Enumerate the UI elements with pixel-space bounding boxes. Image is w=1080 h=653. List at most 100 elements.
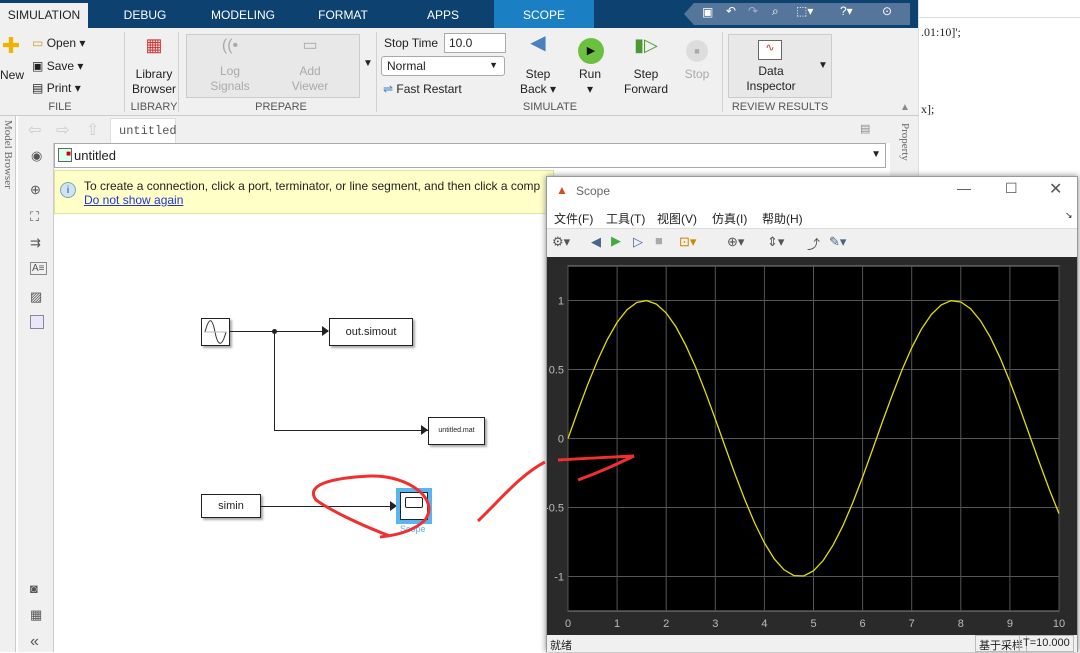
x-tick-label: 9 (1007, 618, 1013, 630)
stepfwd-label2: Forward (623, 82, 668, 96)
fast-restart-button[interactable]: ⇌ Fast Restart (383, 82, 462, 97)
arrow-icon[interactable]: ⇉ (30, 235, 41, 251)
menu-view[interactable]: 视图(V) (657, 210, 697, 227)
tab-simulation[interactable]: SIMULATION (0, 3, 88, 28)
model-browser-label: Model Browser (2, 120, 14, 189)
review-expand-icon[interactable]: ▼ (816, 58, 830, 73)
settings-icon[interactable]: ⚙▾ (552, 234, 570, 250)
measurements-icon[interactable]: ✎▾ (829, 234, 846, 250)
hide-explorer-icon[interactable]: ◉ (31, 148, 42, 164)
model-browser-strip[interactable]: Model Browser (0, 116, 16, 652)
stop-time-input[interactable]: 10.0 (444, 33, 506, 53)
scope-title: Scope (576, 184, 611, 198)
keyboard-icon[interactable]: ▤ (860, 122, 870, 135)
maximize-button[interactable]: ☐ (1005, 180, 1018, 197)
simulation-mode-select[interactable]: Normal ▼ (381, 56, 505, 76)
add-viewer-button[interactable]: Add Viewer (280, 64, 340, 94)
step-forward-button[interactable]: Step Forward (620, 67, 672, 97)
open-button[interactable]: ▭ Open ▾ (32, 36, 85, 51)
collapse-ribbon-icon[interactable]: ▲ (900, 100, 910, 115)
save-icon[interactable]: ▣ (702, 5, 713, 19)
step-forward-icon: ▮▷ (634, 35, 658, 55)
do-not-show-link[interactable]: Do not show again (84, 193, 183, 207)
scale-axes-icon[interactable]: ⇕▾ (767, 234, 784, 250)
matlab-logo-icon: ▲ (556, 183, 568, 197)
tab-apps[interactable]: APPS (400, 0, 486, 28)
new-icon[interactable]: ✚ (0, 35, 22, 57)
redo-icon[interactable]: ↷ (748, 4, 758, 18)
tab-debug[interactable]: DEBUG (105, 0, 185, 28)
back-arrow-icon[interactable]: ⇦ (28, 120, 41, 140)
run-icon[interactable]: ▶ (611, 233, 621, 249)
search-icon[interactable]: ⌕ (772, 4, 779, 19)
signal-line[interactable] (274, 331, 275, 431)
undo-icon[interactable]: ↶ (726, 4, 736, 18)
log-signals-button[interactable]: Log Signals (200, 64, 260, 94)
stepfwd-label1: Step (633, 67, 659, 81)
di-label1: Data (758, 64, 784, 78)
property-inspector-strip[interactable]: Property (890, 116, 918, 176)
minimize-button[interactable]: — (957, 180, 971, 196)
fit-view-icon[interactable]: ⛶ (30, 209, 39, 225)
info-bar: i To create a connection, click a port, … (54, 170, 554, 214)
data-inspector-button[interactable]: Data Inspector (738, 64, 804, 94)
stop-button[interactable]: Stop (680, 67, 714, 82)
mode-value: Normal (387, 59, 426, 73)
property-icon[interactable]: ▦ (30, 607, 42, 623)
triggers-icon[interactable]: ⤴ (807, 234, 820, 253)
run-button[interactable]: Run ▾ (570, 67, 610, 97)
print-label: Print (46, 81, 72, 95)
step-forward-icon[interactable]: ▷ (633, 234, 643, 250)
menu-simulation[interactable]: 仿真(I) (712, 210, 747, 227)
area-icon[interactable] (30, 315, 44, 329)
lib-label2: Browser (131, 82, 176, 96)
scope-block[interactable] (396, 488, 432, 524)
status-time: T=10.000 (1019, 635, 1074, 652)
run-label: Run (578, 67, 601, 81)
forward-arrow-icon[interactable]: ⇨ (56, 120, 69, 140)
from-workspace-block[interactable]: simin (201, 494, 261, 518)
x-tick-label: 4 (761, 618, 767, 630)
highlight-icon[interactable]: ⊡▾ (679, 234, 696, 250)
collapse-icon[interactable]: « (30, 633, 39, 651)
library-icon[interactable]: ▦ (128, 36, 180, 54)
dock-icon[interactable]: ↘ (1065, 210, 1073, 221)
camera-icon[interactable]: ◙ (30, 581, 38, 596)
shortcut-icon[interactable]: ⬚▾ (796, 4, 813, 18)
new-button[interactable]: New (0, 68, 24, 83)
help-icon[interactable]: ?▾ (840, 4, 853, 18)
prepare-expand-icon[interactable]: ▼ (362, 56, 374, 71)
to-workspace-block[interactable]: out.simout (329, 318, 413, 346)
tab-untitled[interactable]: untitled (110, 118, 177, 143)
menu-file[interactable]: 文件(F) (554, 210, 593, 227)
sine-wave-block[interactable] (201, 318, 230, 346)
tab-modeling[interactable]: MODELING (200, 0, 286, 28)
address-dropdown-icon[interactable]: ▼ (871, 149, 881, 160)
y-tick-label: 0 (558, 434, 564, 446)
image-icon[interactable]: ▨ (30, 289, 42, 305)
address-bar[interactable]: ■ untitled ▼ (54, 143, 886, 168)
options-icon[interactable]: ⊙ (882, 4, 892, 18)
signal-line[interactable] (230, 331, 328, 332)
arrowhead (322, 326, 329, 336)
library-browser-button[interactable]: Library Browser (128, 67, 180, 97)
menu-tools[interactable]: 工具(T) (606, 210, 645, 227)
up-arrow-icon[interactable]: ⇧ (86, 120, 99, 140)
zoom-icon[interactable]: ⊕▾ (727, 234, 744, 250)
step-back-button[interactable]: Step Back ▾ (518, 67, 558, 97)
run-icon[interactable]: ▶ (578, 38, 604, 64)
zoom-icon[interactable]: ⊕ (30, 182, 41, 198)
step-back-icon[interactable]: ◀ (591, 234, 601, 250)
tab-scope[interactable]: SCOPE (494, 0, 594, 28)
signal-line[interactable] (274, 430, 428, 431)
save-button[interactable]: ▣ Save ▾ (32, 59, 83, 74)
di-label2: Inspector (746, 79, 796, 93)
annotation-icon[interactable]: A≡ (30, 262, 47, 275)
close-button[interactable]: ✕ (1049, 179, 1062, 199)
tab-format[interactable]: FORMAT (300, 0, 386, 28)
signal-line[interactable] (261, 506, 393, 507)
to-file-block[interactable]: untitled.mat (428, 417, 485, 445)
print-button[interactable]: ▤ Print ▾ (32, 81, 81, 96)
stop-icon[interactable]: ■ (655, 233, 663, 248)
menu-help[interactable]: 帮助(H) (762, 210, 803, 227)
